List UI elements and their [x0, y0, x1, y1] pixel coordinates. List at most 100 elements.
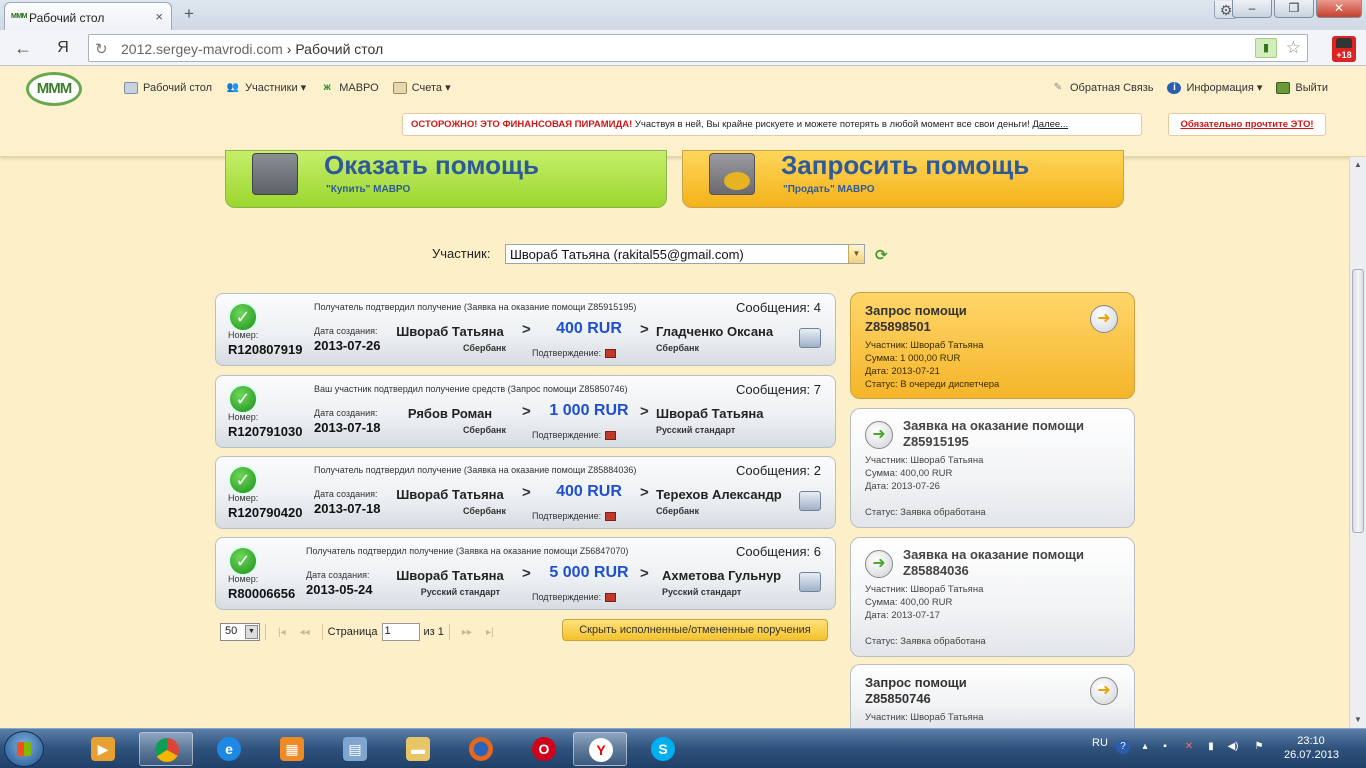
yandex-home-icon[interactable]: Я: [52, 38, 74, 58]
menu-item-feedback[interactable]: ✎ Обратная Связь: [1051, 81, 1154, 94]
tray-language[interactable]: RU: [1092, 737, 1108, 749]
scroll-up-icon[interactable]: ▲: [1350, 157, 1366, 173]
mmm-logo[interactable]: МММ: [26, 72, 82, 106]
participant-select[interactable]: Швораб Татьяна (rakital55@gmail.com) ▼: [505, 244, 865, 264]
minimize-button[interactable]: –: [1232, 0, 1272, 18]
order-row[interactable]: ✓ Номер: R120791030 Ваш участник подтвер…: [215, 375, 836, 448]
menu-item-logout[interactable]: Выйти: [1276, 81, 1328, 94]
messages-count[interactable]: Сообщения: 4: [736, 300, 821, 315]
menu-item-information[interactable]: i Информация ▾: [1167, 81, 1262, 94]
order-date: 2013-07-18: [314, 420, 381, 435]
back-arrow-icon[interactable]: ←: [12, 38, 34, 58]
close-tab-icon[interactable]: ×: [155, 9, 163, 24]
arrow-right-icon[interactable]: ➜: [865, 421, 893, 449]
order-message[interactable]: Получатель подтвердил получение (Заявка …: [306, 546, 628, 556]
arrow-right-icon[interactable]: ➜: [1090, 305, 1118, 333]
menu-label: Информация ▾: [1186, 82, 1263, 94]
arrow-right-icon[interactable]: ➜: [865, 550, 893, 578]
printer-icon[interactable]: [799, 572, 821, 592]
taskbar-app-orange[interactable]: ▦: [265, 732, 319, 766]
request-card[interactable]: Запрос помощи Z85850746 ➜ Участник: Швор…: [850, 664, 1135, 728]
order-row[interactable]: ✓ Номер: R120790420 Получатель подтверди…: [215, 456, 836, 529]
age-extension-icon[interactable]: +18: [1332, 36, 1356, 62]
refresh-icon[interactable]: ⟳: [875, 246, 888, 264]
number-label: Номер:: [228, 574, 259, 584]
confirmation-image-icon[interactable]: [605, 512, 617, 522]
arrow-right-icon[interactable]: ➜: [1090, 677, 1118, 705]
must-read-link[interactable]: Обязательно прочтите ЭТО!: [1168, 113, 1326, 136]
request-card[interactable]: Запрос помощи Z85898501 ➜ Участник: Швор…: [850, 292, 1135, 399]
taskbar-media-player[interactable]: ▶: [76, 732, 130, 766]
give-help-button[interactable]: Оказать помощь "Купить" МАВРО: [225, 150, 667, 208]
tray-expand-icon[interactable]: ▴: [1138, 740, 1152, 754]
clock[interactable]: 23:10 26.07.2013: [1284, 734, 1339, 762]
taskbar-network[interactable]: ▤: [328, 732, 382, 766]
request-line: Участник: Швораб Татьяна: [865, 340, 984, 351]
taskbar-ie[interactable]: e: [202, 732, 256, 766]
network-warning-icon[interactable]: ✕: [1182, 740, 1196, 754]
close-window-button[interactable]: ✕: [1316, 0, 1362, 18]
warning-more-link[interactable]: Далее...: [1032, 119, 1068, 130]
tray-app-icon[interactable]: ▪: [1158, 740, 1172, 754]
pager-divider: [321, 624, 323, 640]
messages-count[interactable]: Сообщения: 6: [736, 544, 821, 559]
prev-page-icon[interactable]: ◂◂: [300, 627, 310, 638]
next-page-icon[interactable]: ▸▸: [462, 627, 472, 638]
order-date: 2013-07-26: [314, 338, 381, 353]
menu-item-accounts[interactable]: Счета ▾: [392, 81, 451, 94]
scroll-down-icon[interactable]: ▼: [1350, 712, 1366, 728]
request-card[interactable]: ➜ Заявка на оказание помощи Z85884036 Уч…: [850, 537, 1135, 657]
taskbar-yandex[interactable]: Y: [573, 732, 627, 766]
receiver-bank: Русский стандарт: [662, 587, 742, 597]
url-separator: ›: [286, 41, 292, 57]
page-input[interactable]: 1: [381, 623, 420, 641]
menu-item-participants[interactable]: 👥 Участники ▾: [226, 81, 306, 95]
browser-tab[interactable]: MMM Рабочий стол ×: [4, 2, 172, 30]
order-row[interactable]: ✓ Номер: R120807919 Получатель подтверди…: [215, 293, 836, 366]
new-tab-button[interactable]: +: [178, 4, 200, 24]
order-message[interactable]: Ваш участник подтвердил получение средст…: [314, 384, 628, 394]
messages-count[interactable]: Сообщения: 2: [736, 463, 821, 478]
first-page-icon[interactable]: |◂: [278, 627, 286, 638]
maximize-button[interactable]: ❐: [1274, 0, 1314, 18]
order-row[interactable]: ✓ Номер: R80006656 Получатель подтвердил…: [215, 537, 836, 610]
clock-time: 23:10: [1297, 735, 1325, 747]
scroll-thumb[interactable]: [1352, 269, 1364, 533]
order-message[interactable]: Получатель подтвердил получение (Заявка …: [314, 465, 636, 475]
url-domain: 2012.sergey-mavrodi.com: [121, 41, 283, 57]
printer-icon[interactable]: [799, 491, 821, 511]
help-icon[interactable]: ?: [1116, 740, 1130, 754]
chevron-down-icon[interactable]: ▼: [848, 245, 864, 263]
printer-icon[interactable]: [799, 328, 821, 348]
volume-icon[interactable]: ◀): [1226, 740, 1240, 754]
tray-device-icon[interactable]: ▮: [1204, 740, 1218, 754]
sender-bank: Сбербанк: [463, 343, 506, 353]
confirmation-image-icon[interactable]: [605, 431, 617, 441]
ask-help-button[interactable]: Запросить помощь "Продать" МАВРО: [682, 150, 1124, 208]
request-number: Z85850746: [865, 691, 931, 706]
last-page-icon[interactable]: ▸|: [486, 627, 494, 638]
per-page-select[interactable]: 50 ▼: [220, 623, 260, 641]
reload-icon[interactable]: ↻: [95, 40, 108, 58]
messages-count[interactable]: Сообщения: 7: [736, 382, 821, 397]
taskbar-skype[interactable]: S: [636, 732, 690, 766]
tray-flag-icon[interactable]: ⚑: [1252, 740, 1266, 754]
address-bar[interactable]: ↻ 2012.sergey-mavrodi.com › Рабочий стол…: [88, 34, 1308, 62]
menu-label: Выйти: [1295, 81, 1328, 94]
hide-completed-button[interactable]: Скрыть исполненные/отмененные поручения: [562, 619, 828, 641]
url-text[interactable]: 2012.sergey-mavrodi.com › Рабочий стол: [121, 41, 383, 57]
confirmation-image-icon[interactable]: [605, 593, 617, 603]
taskbar-chrome[interactable]: [139, 732, 193, 766]
menu-item-mavro[interactable]: ж МАВРО: [320, 81, 379, 94]
order-message[interactable]: Получатель подтвердил получение (Заявка …: [314, 302, 636, 312]
taskbar-opera[interactable]: O: [517, 732, 571, 766]
start-button[interactable]: [4, 731, 44, 767]
confirmation-image-icon[interactable]: [605, 349, 617, 359]
extension-icon[interactable]: ▮: [1255, 38, 1277, 58]
vertical-scrollbar[interactable]: ▲ ▼: [1349, 157, 1366, 728]
taskbar-explorer[interactable]: ▬: [391, 732, 445, 766]
request-card[interactable]: ➜ Заявка на оказание помощи Z85915195 Уч…: [850, 408, 1135, 528]
bookmark-star-icon[interactable]: ☆: [1286, 38, 1301, 58]
taskbar-firefox[interactable]: [454, 732, 508, 766]
menu-item-desktop[interactable]: Рабочий стол: [124, 81, 212, 94]
